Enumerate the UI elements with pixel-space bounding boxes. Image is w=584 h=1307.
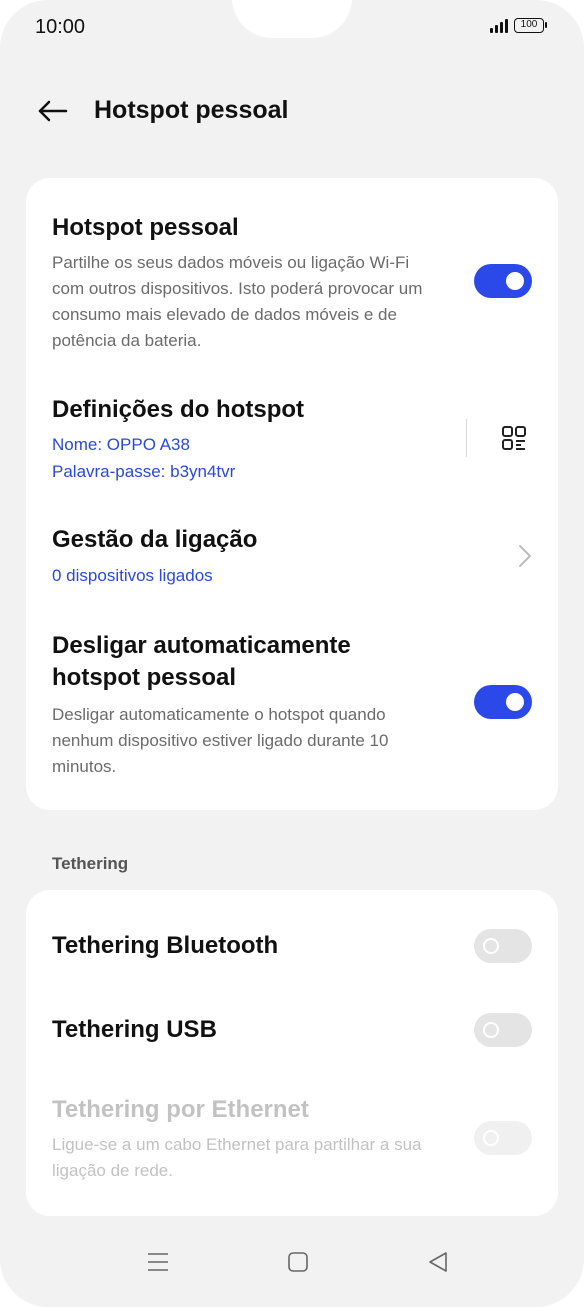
- auto-off-title-line1: Desligar automaticamente: [52, 632, 351, 659]
- hotspot-name: Nome: OPPO A38: [52, 435, 190, 454]
- toggle-knob: [506, 693, 524, 711]
- hotspot-toggle[interactable]: [474, 264, 532, 298]
- connection-management-title[interactable]: Gestão da ligação: [52, 524, 257, 556]
- tethering-section-label: Tethering: [52, 854, 129, 873]
- hotspot-title: Hotspot pessoal: [52, 214, 239, 241]
- battery-icon: 100: [514, 18, 547, 33]
- back-arrow-icon[interactable]: [36, 96, 68, 126]
- usb-tethering-toggle[interactable]: [474, 1013, 532, 1047]
- toggle-knob: [483, 1022, 499, 1038]
- usb-tethering-title: Tethering USB: [52, 1016, 217, 1043]
- auto-off-title-line2: hotspot pessoal: [52, 664, 237, 691]
- vertical-divider: [466, 419, 467, 457]
- toggle-knob: [483, 938, 499, 954]
- nav-back-icon[interactable]: [426, 1250, 450, 1274]
- ethernet-tethering-title: Tethering por Ethernet: [52, 1096, 309, 1123]
- page-title: Hotspot pessoal: [94, 96, 289, 124]
- auto-off-description: Desligar automaticamente o hotspot quand…: [52, 705, 389, 776]
- tethering-card: Tethering Bluetooth Tethering USB Tether…: [26, 890, 558, 1216]
- qr-code-icon[interactable]: [502, 426, 526, 450]
- hotspot-password: Palavra-passe: b3yn4tvr: [52, 462, 236, 481]
- chevron-right-icon[interactable]: [518, 544, 532, 568]
- bluetooth-tethering-title: Tethering Bluetooth: [52, 932, 279, 959]
- ethernet-tethering-toggle: [474, 1121, 532, 1155]
- ethernet-tethering-description: Ligue-se a um cabo Ethernet para partilh…: [52, 1135, 422, 1180]
- home-icon[interactable]: [286, 1250, 310, 1274]
- toggle-knob: [483, 1130, 499, 1146]
- auto-off-toggle[interactable]: [474, 685, 532, 719]
- camera-notch: [232, 0, 352, 38]
- toggle-knob: [506, 272, 524, 290]
- connected-devices-count: 0 dispositivos ligados: [52, 566, 213, 585]
- hotspot-card: Hotspot pessoal Partilhe os seus dados m…: [26, 178, 558, 810]
- status-time: 10:00: [35, 16, 86, 38]
- bluetooth-tethering-toggle[interactable]: [474, 929, 532, 963]
- phone-screen: 10:00 100 Hotspot pessoal Hotspot pessoa…: [0, 0, 584, 1307]
- hotspot-settings-title[interactable]: Definições do hotspot: [52, 394, 304, 426]
- menu-icon[interactable]: [146, 1250, 170, 1274]
- app-header: Hotspot pessoal: [0, 86, 584, 136]
- navigation-bar: [0, 1250, 584, 1290]
- status-icons: 100: [490, 18, 547, 33]
- signal-icon: [490, 18, 508, 33]
- hotspot-description: Partilhe os seus dados móveis ou ligação…: [52, 253, 423, 350]
